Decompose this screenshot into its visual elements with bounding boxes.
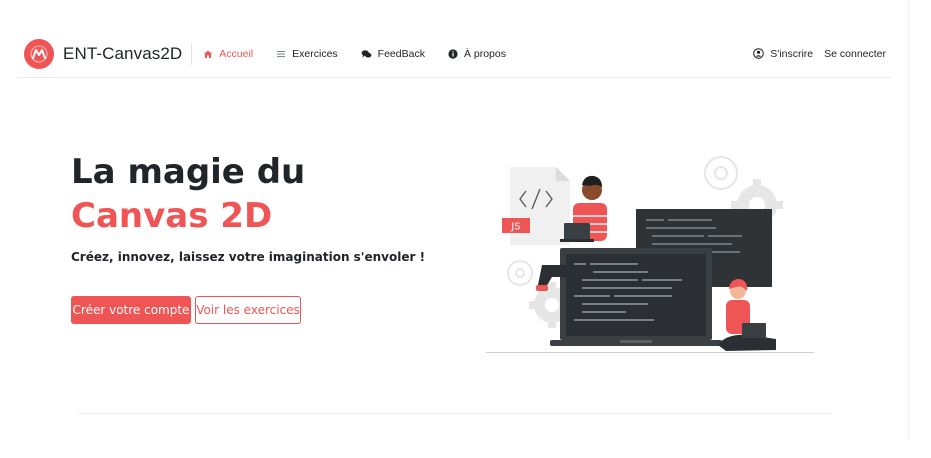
nav-item-exercices[interactable]: Exercices bbox=[276, 48, 338, 60]
nav-item-feedback[interactable]: FeedBack bbox=[361, 48, 425, 60]
js-badge-text: JS bbox=[510, 222, 520, 233]
comments-icon bbox=[361, 49, 372, 59]
nav-item-label: Accueil bbox=[219, 47, 254, 60]
navbar: ENT-Canvas2D Accueil Exercices FeedBack … bbox=[18, 30, 891, 78]
login-link[interactable]: Se connecter bbox=[824, 48, 886, 60]
gear-outline-icon bbox=[507, 260, 533, 286]
gear-outline-icon bbox=[704, 156, 738, 190]
create-account-button[interactable]: Créer votre compte bbox=[71, 296, 191, 324]
nav-links: Accueil Exercices FeedBack À propos bbox=[203, 48, 529, 60]
brand-name: ENT-Canvas2D bbox=[63, 43, 183, 63]
ground-line bbox=[486, 352, 814, 353]
view-exercises-button[interactable]: Voir les exercices bbox=[195, 296, 301, 324]
list-icon bbox=[276, 49, 286, 59]
brand-divider bbox=[191, 42, 193, 65]
hero-title-line1: La magie du bbox=[71, 152, 306, 192]
section-divider bbox=[78, 413, 831, 414]
login-label: Se connecter bbox=[824, 47, 886, 60]
nav-item-label: FeedBack bbox=[377, 47, 425, 60]
nav-item-accueil[interactable]: Accueil bbox=[203, 48, 253, 60]
hero-title-line2: Canvas 2D bbox=[71, 196, 273, 236]
woman-figure bbox=[718, 279, 776, 351]
register-label: S'inscrire bbox=[770, 47, 814, 60]
hero-title: La magie du Canvas 2D bbox=[71, 150, 305, 238]
home-icon bbox=[203, 49, 213, 59]
hero-illustration: JS bbox=[480, 145, 820, 360]
nav-right: S'inscrire Se connecter bbox=[742, 48, 891, 60]
nav-item-label: À propos bbox=[463, 47, 506, 60]
nav-item-a-propos[interactable]: À propos bbox=[448, 48, 506, 60]
code-file-icon bbox=[510, 167, 570, 245]
brand[interactable]: ENT-Canvas2D bbox=[18, 30, 182, 77]
laptop-main bbox=[550, 248, 722, 346]
hero-subtitle: Créez, innovez, laissez votre imaginatio… bbox=[71, 250, 426, 264]
register-link[interactable]: S'inscrire bbox=[753, 48, 813, 60]
user-circle-icon bbox=[753, 48, 765, 59]
logo-m-icon bbox=[24, 38, 54, 69]
info-icon bbox=[448, 48, 458, 59]
nav-item-label: Exercices bbox=[292, 47, 338, 60]
page: ENT-Canvas2D Accueil Exercices FeedBack … bbox=[0, 0, 909, 440]
